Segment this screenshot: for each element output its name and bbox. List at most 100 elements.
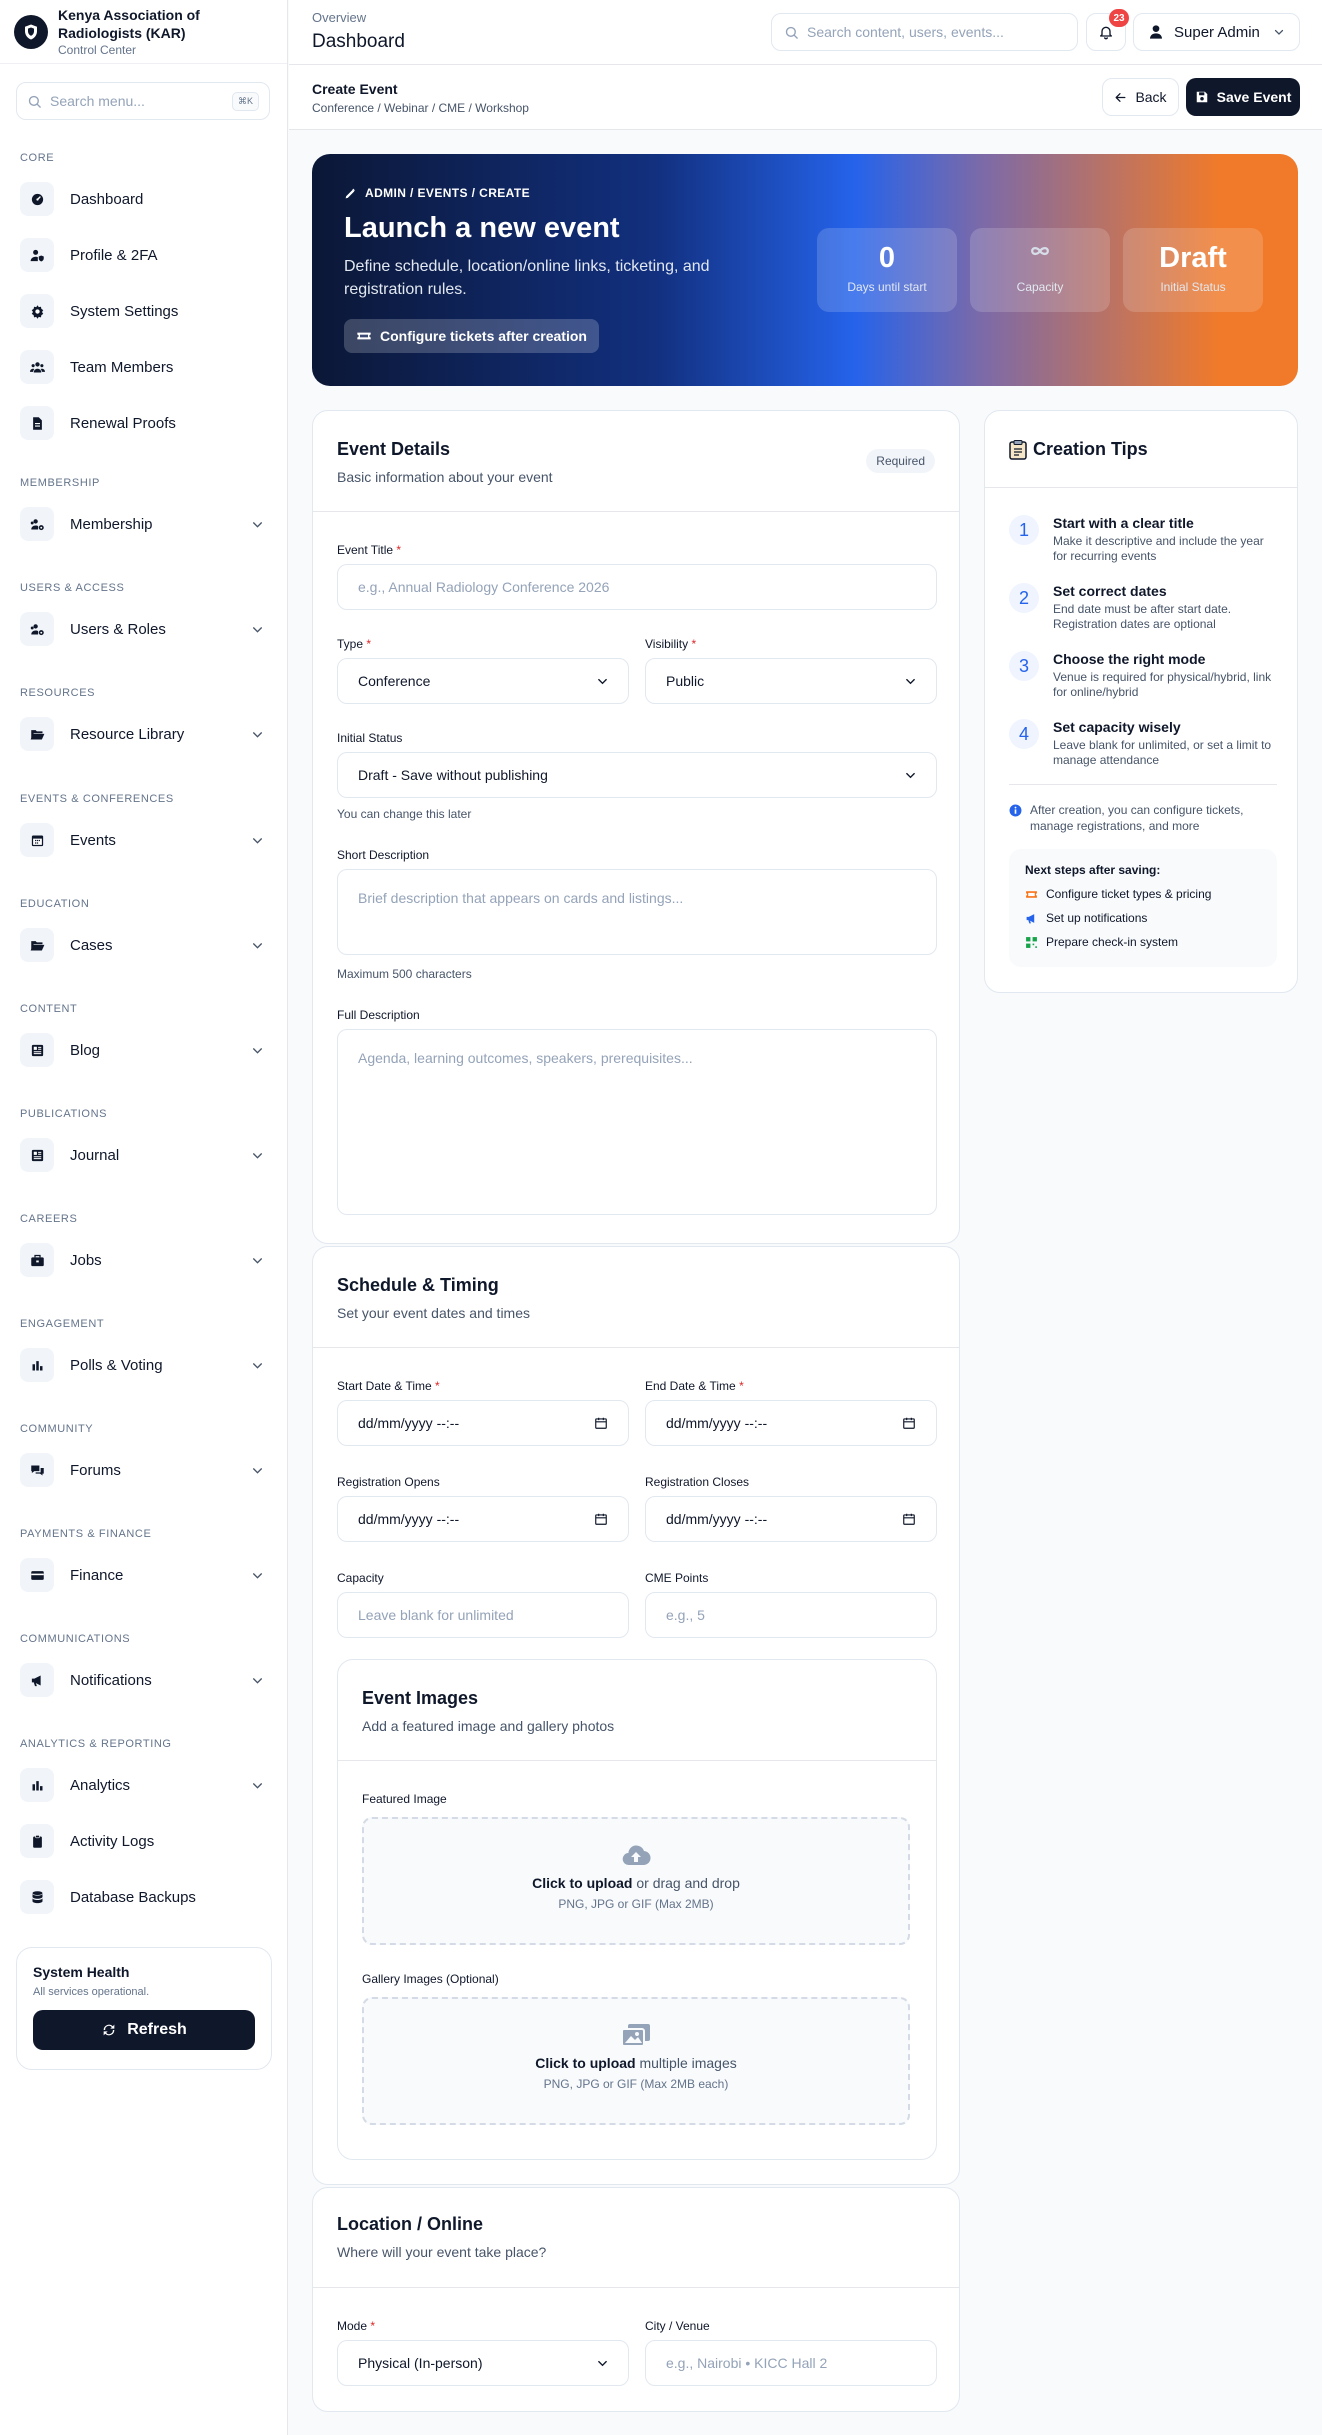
refresh-label: Refresh (127, 2021, 187, 2038)
sidebar-item-events[interactable]: Events (16, 817, 272, 863)
chevron-down-icon (906, 678, 915, 684)
sidebar-icon-box (20, 238, 54, 272)
topbar-overview: Overview (312, 10, 367, 25)
database-icon (32, 1890, 42, 1903)
newspaper-icon (31, 1044, 43, 1056)
sidebar-item-activity-logs[interactable]: Activity Logs (16, 1818, 272, 1864)
sidebar-item-system-settings[interactable]: System Settings (16, 288, 272, 334)
cloud-upload-icon (622, 1845, 651, 1866)
divider (985, 487, 1297, 488)
sidebar-item-resource-library[interactable]: Resource Library (16, 711, 272, 757)
sidebar-item-profile-2fa[interactable]: Profile & 2FA (16, 232, 272, 278)
user-menu-button[interactable]: Super Admin (1133, 13, 1300, 51)
initial-status-select[interactable]: Draft - Save without publishing (337, 752, 937, 798)
capacity-input[interactable]: Leave blank for unlimited (337, 1592, 629, 1638)
sidebar-section-label: CAREERS (20, 1213, 78, 1225)
registration-closes-input[interactable]: dd/mm/yyyy --:-- (645, 1496, 937, 1542)
refresh-button[interactable]: Refresh (33, 2010, 255, 2050)
gear-icon (31, 304, 43, 319)
chevron-down-icon (906, 772, 915, 778)
sidebar-item-label: Finance (70, 1566, 124, 1584)
tip-description: Leave blank for unlimited, or set a limi… (1053, 738, 1272, 767)
sidebar-item-label: Membership (70, 515, 153, 533)
sidebar-item-team-members[interactable]: Team Members (16, 344, 272, 390)
registration-opens-input[interactable]: dd/mm/yyyy --:-- (337, 1496, 629, 1542)
creation-tips-card: Creation Tips 1 Start with a clear title M… (984, 410, 1298, 993)
sidebar-item-label: Renewal Proofs (70, 414, 176, 432)
upload-link[interactable]: Click to upload (532, 1875, 632, 1891)
sidebar-item-polls-voting[interactable]: Polls & Voting (16, 1342, 272, 1388)
placeholder: e.g., Annual Radiology Conference 2026 (358, 579, 610, 595)
global-search-input[interactable]: Search content, users, events... (771, 13, 1078, 51)
upload-note: PNG, JPG or GIF (Max 2MB) (558, 1897, 714, 1911)
cme-points-input[interactable]: e.g., 5 (645, 1592, 937, 1638)
sidebar-item-label: Team Members (70, 358, 174, 376)
save-icon (1196, 91, 1207, 103)
calendar-icon[interactable] (902, 1512, 916, 1526)
configure-tickets-button[interactable]: Configure tickets after creation (344, 319, 599, 353)
capacity-label: Capacity (337, 1571, 384, 1585)
sidebar-item-journal[interactable]: Journal (16, 1132, 272, 1178)
users-icon (29, 361, 45, 372)
calendar-icon[interactable] (902, 1416, 916, 1430)
upload-text: multiple images (635, 2055, 737, 2071)
chevron-down-icon (253, 731, 262, 738)
registration-opens-label: Registration Opens (337, 1475, 440, 1489)
notifications-button[interactable]: 23 (1086, 9, 1129, 51)
sidebar-item-renewal-proofs[interactable]: Renewal Proofs (16, 400, 272, 446)
sidebar-item-jobs[interactable]: Jobs (16, 1237, 272, 1283)
event-images-card: Event Images Add a featured image and ga… (337, 1659, 937, 2160)
upload-link[interactable]: Click to upload (535, 2055, 635, 2071)
visibility-select[interactable]: Public (645, 658, 937, 704)
sidebar-item-database-backups[interactable]: Database Backups (16, 1874, 272, 1920)
sidebar-section-label: PUBLICATIONS (20, 1108, 108, 1120)
next-steps-box: Next steps after saving: Configure ticke… (1009, 849, 1277, 967)
short-description-textarea[interactable]: Brief description that appears on cards … (337, 869, 937, 955)
next-step-label: Set up notifications (1046, 911, 1148, 925)
divider (313, 1347, 959, 1348)
bar-chart-icon (32, 1360, 42, 1370)
sidebar-item-notifications[interactable]: Notifications (16, 1657, 272, 1703)
full-description-textarea[interactable]: Agenda, learning outcomes, speakers, pre… (337, 1029, 937, 1215)
mode-select[interactable]: Physical (In-person) (337, 2340, 629, 2386)
user-icon (1150, 25, 1162, 39)
users-cog-icon (30, 518, 44, 530)
calendar-icon[interactable] (594, 1512, 608, 1526)
save-event-button[interactable]: Save Event (1186, 78, 1300, 116)
hero-crumb-text: ADMIN / EVENTS / CREATE (365, 186, 530, 200)
sidebar-item-finance[interactable]: Finance (16, 1552, 272, 1598)
sidebar-item-dashboard[interactable]: Dashboard (16, 176, 272, 222)
schedule-timing-card: Schedule & Timing Set your event dates a… (312, 1246, 960, 2185)
sidebar-search-input[interactable]: Search menu... ⌘K (16, 82, 270, 120)
date-placeholder: dd/mm/yyyy --:-- (358, 1415, 460, 1431)
hero-banner: ADMIN / EVENTS / CREATE Launch a new eve… (312, 154, 1298, 386)
sidebar-item-label: Dashboard (70, 190, 144, 208)
sidebar-icon-box (20, 823, 54, 857)
sidebar-item-users-roles[interactable]: Users & Roles (16, 606, 272, 652)
sidebar-item-cases[interactable]: Cases (16, 922, 272, 968)
gallery-images-dropzone[interactable]: Click to upload multiple images PNG, JPG… (362, 1997, 910, 2125)
featured-image-dropzone[interactable]: Click to upload or drag and drop PNG, JP… (362, 1817, 910, 1945)
sidebar-item-forums[interactable]: Forums (16, 1447, 272, 1493)
end-date-label: End Date & Time * (645, 1379, 744, 1393)
brand[interactable]: Kenya Association of Radiologists (KAR) … (0, 0, 287, 64)
sidebar-item-membership[interactable]: Membership (16, 501, 272, 547)
tip-item: 1 Start with a clear title Make it descrip… (1009, 515, 1277, 564)
sidebar-item-analytics[interactable]: Analytics (16, 1762, 272, 1808)
end-date-input[interactable]: dd/mm/yyyy --:-- (645, 1400, 937, 1446)
registration-closes-label: Registration Closes (645, 1475, 750, 1489)
section-title: Schedule & Timing (337, 1275, 499, 1295)
sidebar-item-blog[interactable]: Blog (16, 1027, 272, 1073)
start-date-input[interactable]: dd/mm/yyyy --:-- (337, 1400, 629, 1446)
venue-input[interactable]: e.g., Nairobi • KICC Hall 2 (645, 2340, 937, 2386)
type-select[interactable]: Conference (337, 658, 629, 704)
calendar-icon[interactable] (594, 1416, 608, 1430)
back-label: Back (1135, 89, 1167, 105)
chevron-down-icon (253, 626, 262, 633)
divider (1009, 784, 1277, 785)
event-details-card: Event Details Basic information about yo… (312, 410, 960, 1244)
back-button[interactable]: Back (1102, 78, 1179, 116)
section-subtitle: Add a featured image and gallery photos (362, 1718, 615, 1734)
event-title-input[interactable]: e.g., Annual Radiology Conference 2026 (337, 564, 937, 610)
sidebar-item-label: Events (70, 831, 116, 849)
